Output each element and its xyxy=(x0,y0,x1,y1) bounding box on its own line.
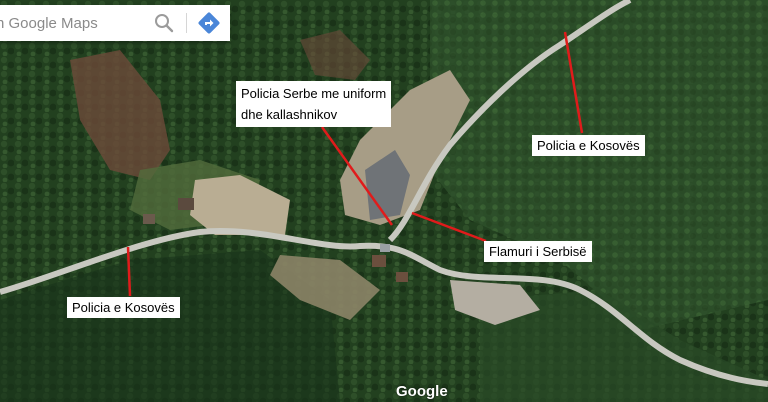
building xyxy=(178,198,194,210)
label-kosovo-police-right: Policia e Kosovës xyxy=(532,135,645,156)
search-input[interactable] xyxy=(0,13,148,33)
building xyxy=(396,272,408,282)
search-divider xyxy=(186,13,187,33)
satellite-map[interactable] xyxy=(0,0,768,402)
label-serbian-flag: Flamuri i Serbisë xyxy=(484,241,592,262)
label-kosovo-police-left: Policia e Kosovës xyxy=(67,297,180,318)
directions-diamond-icon[interactable] xyxy=(196,10,222,36)
building xyxy=(380,244,390,252)
google-logo: Google xyxy=(396,383,448,400)
building xyxy=(143,214,155,224)
search-box[interactable] xyxy=(0,5,230,41)
building xyxy=(372,255,386,267)
magnifier-icon[interactable] xyxy=(150,9,178,37)
label-serb-police: Policia Serbe me uniform dhe kallashniko… xyxy=(236,81,392,127)
